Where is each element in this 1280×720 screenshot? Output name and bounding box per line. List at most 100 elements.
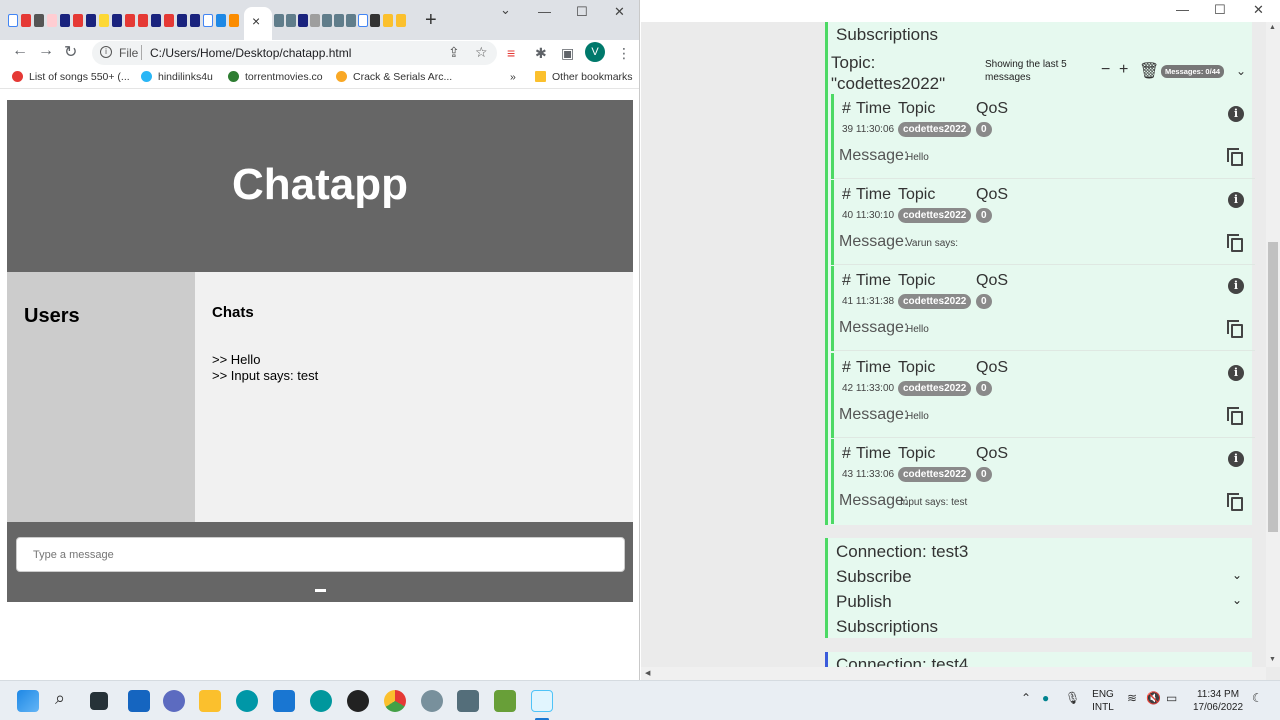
tab-favicon[interactable] bbox=[334, 14, 344, 27]
teams-chat-icon[interactable] bbox=[163, 690, 185, 712]
reload-icon[interactable]: ↻ bbox=[64, 42, 77, 62]
chevron-down-icon[interactable]: ⌄ bbox=[1236, 64, 1246, 78]
tab-favicon[interactable] bbox=[322, 14, 332, 27]
tab-favicon[interactable] bbox=[86, 14, 96, 27]
address-bar[interactable]: i File C:/Users/Home/Desktop/chatapp.htm… bbox=[92, 41, 497, 65]
subscribe-section[interactable]: Subscribe bbox=[836, 567, 912, 587]
scroll-left-icon[interactable]: ◀ bbox=[645, 669, 650, 677]
info-icon[interactable]: i bbox=[1228, 106, 1244, 122]
maximize-button[interactable]: ☐ bbox=[576, 4, 588, 20]
arduino-icon[interactable] bbox=[310, 690, 332, 712]
file-explorer-icon[interactable] bbox=[199, 690, 221, 712]
tab-favicon[interactable] bbox=[229, 14, 239, 27]
info-icon[interactable]: i bbox=[1228, 451, 1244, 467]
tab-favicon[interactable] bbox=[34, 14, 44, 27]
url-text[interactable]: C:/Users/Home/Desktop/chatapp.html bbox=[150, 46, 351, 60]
task-view-icon[interactable] bbox=[90, 692, 108, 710]
tab-search-chevron-icon[interactable]: ⌄ bbox=[500, 2, 511, 18]
message-input[interactable] bbox=[16, 537, 625, 572]
tab-favicon[interactable] bbox=[112, 14, 122, 27]
app-icon[interactable] bbox=[457, 690, 479, 712]
tab-favicon[interactable] bbox=[310, 14, 320, 27]
tab-favicon[interactable] bbox=[216, 14, 226, 27]
bookmark-item[interactable]: hindilinks4u bbox=[141, 71, 213, 83]
tab-close-icon[interactable]: × bbox=[252, 11, 260, 31]
info-icon[interactable]: i bbox=[1228, 278, 1244, 294]
bookmark-star-icon[interactable]: ☆ bbox=[475, 44, 488, 61]
tab-favicon[interactable] bbox=[383, 14, 393, 27]
tab-favicon[interactable] bbox=[286, 14, 296, 27]
copy-icon[interactable] bbox=[1227, 234, 1243, 252]
other-bookmarks[interactable]: Other bookmarks bbox=[535, 71, 633, 83]
close-button[interactable]: ✕ bbox=[1253, 2, 1264, 18]
copy-icon[interactable] bbox=[1227, 493, 1243, 511]
tab-favicon[interactable] bbox=[396, 14, 406, 27]
tray-app-icon[interactable]: ● bbox=[1042, 691, 1049, 705]
minimize-button[interactable]: — bbox=[538, 4, 551, 19]
copy-icon[interactable] bbox=[1227, 407, 1243, 425]
search-icon[interactable]: ⌕ bbox=[55, 688, 65, 709]
info-icon[interactable]: i bbox=[1228, 365, 1244, 381]
widgets-icon[interactable] bbox=[128, 690, 150, 712]
tab-youtube[interactable] bbox=[125, 14, 135, 27]
tab-youtube[interactable] bbox=[164, 14, 174, 27]
settings-gear-icon[interactable] bbox=[421, 690, 443, 712]
tab-favicon[interactable] bbox=[190, 14, 200, 27]
tab-favicon[interactable] bbox=[151, 14, 161, 27]
horizontal-scrollbar[interactable]: ◀ bbox=[641, 667, 1266, 680]
chevron-down-icon[interactable]: ⌄ bbox=[1232, 593, 1242, 607]
profile-avatar[interactable]: V bbox=[585, 42, 605, 62]
scroll-down-icon[interactable]: ▼ bbox=[1269, 656, 1276, 663]
chrome-icon[interactable] bbox=[384, 690, 406, 712]
copy-icon[interactable] bbox=[1227, 148, 1243, 166]
maximize-button[interactable]: ☐ bbox=[1214, 2, 1226, 18]
copy-icon[interactable] bbox=[1227, 320, 1243, 338]
wifi-icon[interactable]: ≋ bbox=[1127, 691, 1137, 705]
snipping-tool-icon[interactable] bbox=[531, 690, 553, 712]
minus-icon[interactable]: − bbox=[1101, 61, 1110, 79]
tab-favicon[interactable] bbox=[73, 14, 83, 27]
tab-favicon[interactable] bbox=[60, 14, 70, 27]
tab-youtube[interactable] bbox=[138, 14, 148, 27]
forward-arrow-icon[interactable]: → bbox=[38, 42, 54, 60]
new-tab-button[interactable]: + bbox=[425, 9, 437, 32]
bookmark-item[interactable]: List of songs 550+ (... bbox=[12, 71, 130, 83]
tab-favicon[interactable] bbox=[298, 14, 308, 27]
notification-icon[interactable]: ☾ bbox=[1252, 691, 1263, 705]
share-icon[interactable]: ⇪ bbox=[448, 44, 460, 61]
app-icon[interactable] bbox=[494, 690, 516, 712]
tab-favicon[interactable] bbox=[177, 14, 187, 27]
tab-favicon[interactable] bbox=[21, 14, 31, 27]
scroll-up-icon[interactable]: ▲ bbox=[1269, 24, 1276, 31]
bookmark-item[interactable]: torrentmovies.co bbox=[228, 71, 323, 83]
menu-kebab-icon[interactable]: ⋮ bbox=[617, 45, 631, 62]
bookmarks-overflow-icon[interactable]: » bbox=[510, 71, 516, 83]
language-indicator[interactable]: ENG INTL bbox=[1090, 688, 1116, 714]
vertical-scrollbar[interactable]: ▲ ▼ bbox=[1266, 22, 1280, 667]
extensions-puzzle-icon[interactable]: ✱ bbox=[535, 45, 547, 62]
tab-google[interactable] bbox=[358, 14, 368, 27]
extension-icon[interactable]: ≡ bbox=[507, 45, 515, 61]
info-icon[interactable]: i bbox=[1228, 192, 1244, 208]
chevron-down-icon[interactable]: ⌄ bbox=[1232, 568, 1242, 582]
tab-favicon[interactable] bbox=[99, 14, 109, 27]
tab-favicon[interactable] bbox=[274, 14, 284, 27]
publish-section[interactable]: Publish bbox=[836, 592, 892, 612]
info-icon[interactable]: i bbox=[100, 46, 112, 58]
bookmark-item[interactable]: Crack & Serials Arc... bbox=[336, 71, 452, 83]
obs-icon[interactable] bbox=[347, 690, 369, 712]
send-button[interactable] bbox=[315, 589, 326, 592]
trash-icon[interactable]: 🗑 bbox=[1139, 61, 1159, 81]
close-button[interactable]: ✕ bbox=[614, 4, 625, 20]
scroll-thumb[interactable] bbox=[1268, 242, 1278, 532]
tab-google[interactable] bbox=[8, 14, 18, 27]
back-arrow-icon[interactable]: ← bbox=[12, 42, 28, 60]
battery-icon[interactable]: ▭ bbox=[1166, 691, 1177, 705]
tab-favicon[interactable] bbox=[346, 14, 356, 27]
minimize-button[interactable]: — bbox=[1176, 2, 1189, 17]
tab-favicon[interactable] bbox=[47, 14, 57, 27]
clock[interactable]: 11:34 PM 17/06/2022 bbox=[1188, 688, 1248, 714]
edge-icon[interactable] bbox=[236, 690, 258, 712]
store-icon[interactable] bbox=[273, 690, 295, 712]
tray-overflow-chevron-icon[interactable]: ⌃ bbox=[1021, 691, 1031, 705]
